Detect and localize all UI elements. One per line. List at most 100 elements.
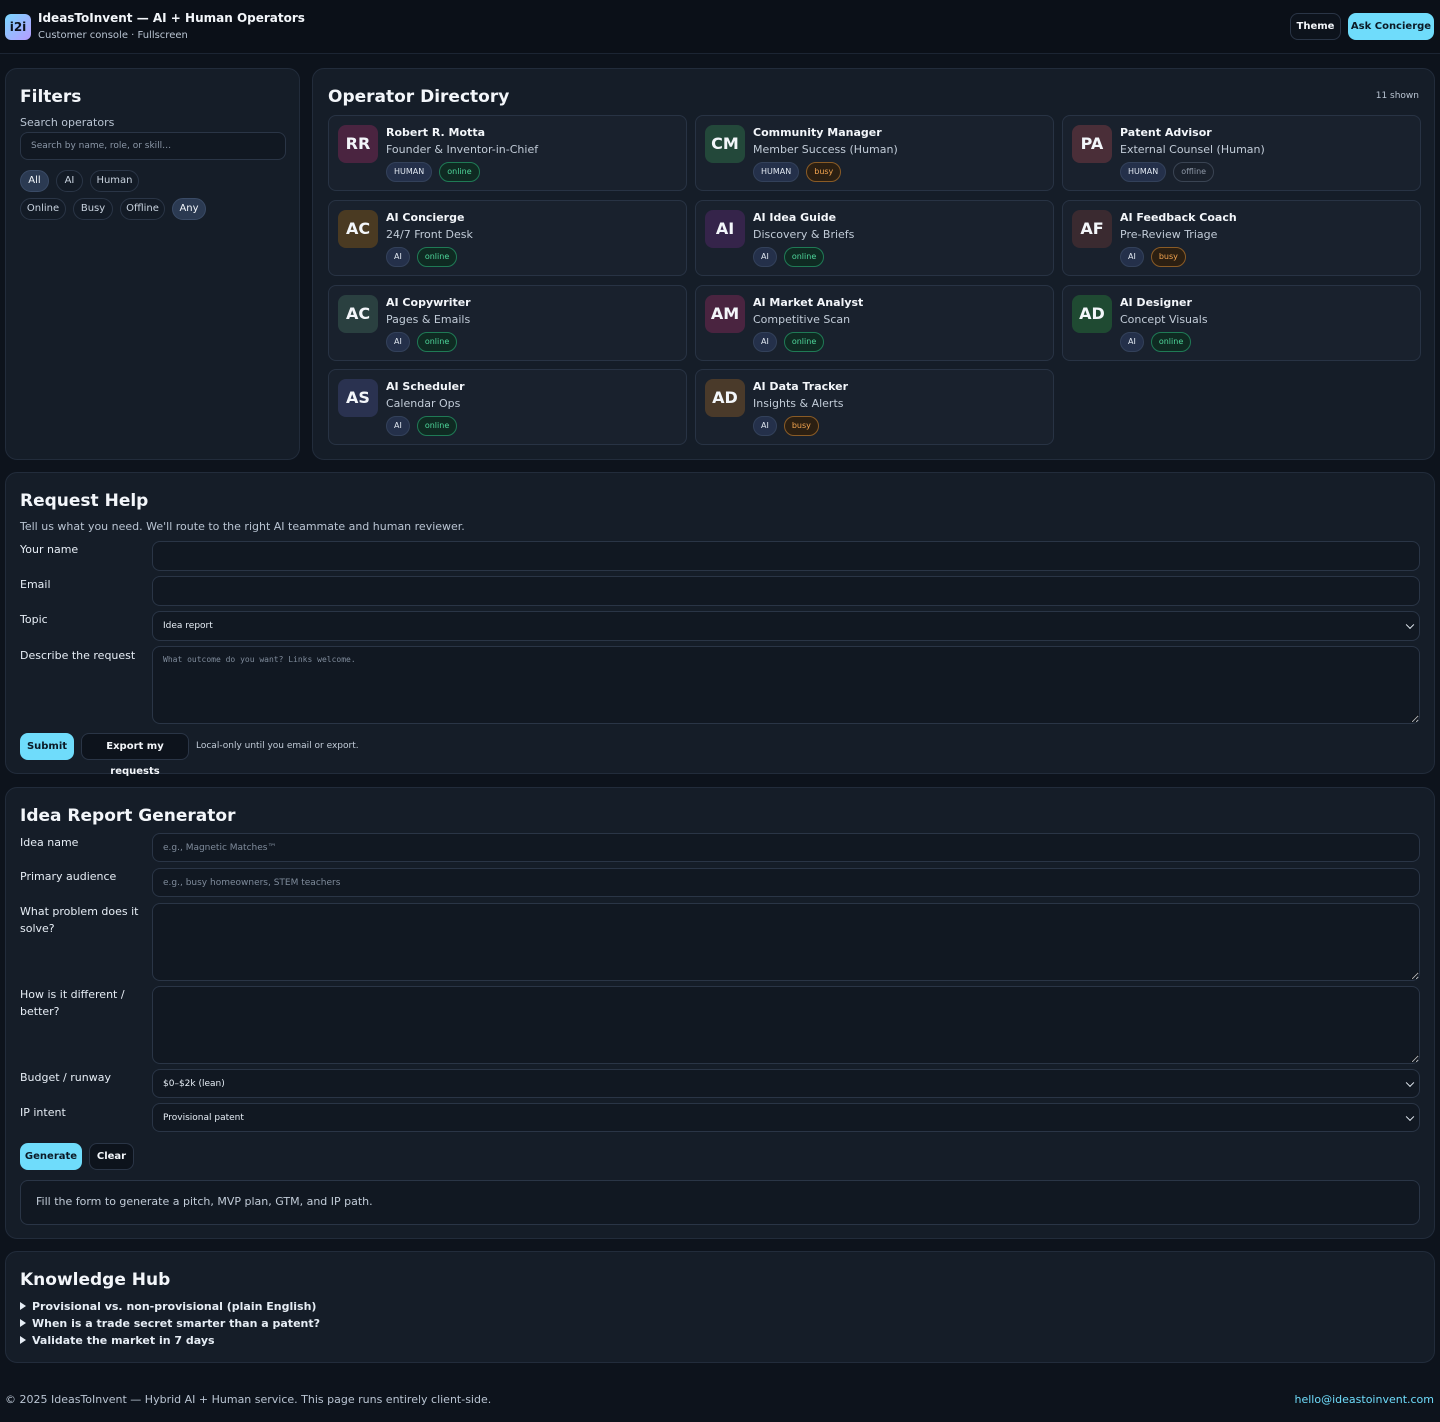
knowledge-item[interactable]: Validate the market in 7 days xyxy=(20,1334,215,1347)
chip-status-any[interactable]: Any xyxy=(172,198,206,220)
type-badge: AI xyxy=(1120,247,1144,267)
operator-badges: AI busy xyxy=(753,416,819,436)
operator-card[interactable]: CM Community Manager Member Success (Human… xyxy=(695,115,1054,191)
idea-report-panel: Idea Report Generator Idea name Primary … xyxy=(5,787,1435,1239)
filters-title: Filters xyxy=(20,87,82,107)
footer-email-link[interactable]: hello@ideastoinvent.com xyxy=(1295,1393,1434,1406)
status-badge: busy xyxy=(1150,247,1186,267)
knowledge-title: Knowledge Hub xyxy=(20,1270,171,1290)
request-title: Request Help xyxy=(20,491,149,511)
operator-card[interactable]: RR Robert R. Motta Founder & Inventor-in-C… xyxy=(328,115,687,191)
operator-badges: HUMAN offline xyxy=(1120,162,1215,182)
operator-badges: AI online xyxy=(386,416,458,436)
different-textarea[interactable] xyxy=(152,986,1420,1064)
operator-badges: AI online xyxy=(753,247,825,267)
operator-name: Robert R. Motta xyxy=(386,126,485,139)
operator-name: AI Concierge xyxy=(386,211,465,224)
chip-type-ai[interactable]: AI xyxy=(56,170,83,192)
type-badge: HUMAN xyxy=(1120,162,1167,182)
operator-card[interactable]: AF AI Feedback Coach Pre-Review Triage AI bu… xyxy=(1062,200,1421,276)
operator-card[interactable]: AM AI Market Analyst Competitive Scan AI onl… xyxy=(695,285,1054,361)
operator-name: AI Data Tracker xyxy=(753,380,849,393)
budget-value: $0–$2k (lean) xyxy=(163,1078,225,1089)
theme-button[interactable]: Theme xyxy=(1290,13,1341,40)
operator-badges: HUMAN busy xyxy=(753,162,842,182)
operator-role: Insights & Alerts xyxy=(753,397,844,410)
name-field[interactable] xyxy=(152,541,1420,571)
idea-name-field[interactable] xyxy=(152,833,1420,862)
status-badge: busy xyxy=(806,162,842,182)
operator-name: AI Designer xyxy=(1120,296,1192,309)
budget-select[interactable]: $0–$2k (lean) xyxy=(152,1069,1420,1098)
audience-field[interactable] xyxy=(152,868,1420,897)
ip-value: Provisional patent xyxy=(163,1112,244,1123)
knowledge-item[interactable]: When is a trade secret smarter than a pa… xyxy=(20,1317,320,1330)
budget-label: Budget / runway xyxy=(20,1071,111,1084)
ip-select[interactable]: Provisional patent xyxy=(152,1103,1420,1132)
operator-card[interactable]: AS AI Scheduler Calendar Ops AI online xyxy=(328,369,687,445)
avatar: AC xyxy=(338,210,378,248)
request-description: Tell us what you need. We'll route to th… xyxy=(20,520,465,533)
email-label: Email xyxy=(20,578,51,591)
topic-value: Idea report xyxy=(163,621,213,631)
status-badge: online xyxy=(439,162,480,182)
operator-card[interactable]: AC AI Copywriter Pages & Emails AI online xyxy=(328,285,687,361)
status-badge: offline xyxy=(1173,162,1215,182)
idea-title: Idea Report Generator xyxy=(20,806,236,826)
avatar: AD xyxy=(1072,295,1112,333)
problem-textarea[interactable] xyxy=(152,903,1420,981)
type-badge: AI xyxy=(386,416,410,436)
name-label: Your name xyxy=(20,543,79,556)
ask-concierge-button[interactable]: Ask Concierge xyxy=(1348,13,1434,40)
problem-label: What problem does it solve? xyxy=(20,905,139,935)
app-logo: i2i xyxy=(5,14,31,40)
operator-role: Calendar Ops xyxy=(386,397,461,410)
search-input[interactable] xyxy=(20,132,286,160)
operator-card[interactable]: AD AI Data Tracker Insights & Alerts AI busy xyxy=(695,369,1054,445)
operator-card[interactable]: AC AI Concierge 24/7 Front Desk AI online xyxy=(328,200,687,276)
filters-panel: Filters Search operators All AI Human On… xyxy=(5,68,300,460)
knowledge-item[interactable]: Provisional vs. non-provisional (plain E… xyxy=(20,1300,316,1313)
chevron-down-icon xyxy=(1405,1078,1415,1087)
operator-card[interactable]: AD AI Designer Concept Visuals AI online xyxy=(1062,285,1421,361)
disclosure-triangle-icon xyxy=(20,1336,26,1344)
operator-role: Pages & Emails xyxy=(386,313,471,326)
status-badge: online xyxy=(416,332,458,352)
clear-button[interactable]: Clear xyxy=(89,1143,134,1170)
chip-status-offline[interactable]: Offline xyxy=(120,198,165,220)
operator-badges: HUMAN online xyxy=(386,162,480,182)
report-output: Fill the form to generate a pitch, MVP p… xyxy=(20,1180,1420,1225)
operator-role: Pre-Review Triage xyxy=(1120,228,1218,241)
chip-status-busy[interactable]: Busy xyxy=(73,198,113,220)
different-label: How is it different / better? xyxy=(20,988,125,1018)
operator-name: AI Copywriter xyxy=(386,296,471,309)
chip-type-human[interactable]: Human xyxy=(90,170,139,192)
chevron-down-icon xyxy=(1405,620,1415,630)
email-field[interactable] xyxy=(152,576,1420,606)
app-subtitle: Customer console · Fullscreen xyxy=(38,30,188,41)
submit-button[interactable]: Submit xyxy=(20,733,74,760)
describe-textarea[interactable] xyxy=(152,646,1420,724)
avatar: AS xyxy=(338,379,378,417)
operator-role: Competitive Scan xyxy=(753,313,851,326)
status-badge: online xyxy=(783,247,825,267)
export-requests-button[interactable]: Export my requests xyxy=(81,733,189,777)
idea-name-label: Idea name xyxy=(20,836,79,849)
top-bar: i2i IdeasToInvent — AI + Human Operators… xyxy=(0,0,1440,54)
chip-status-online[interactable]: Online xyxy=(20,198,66,220)
operator-badges: AI online xyxy=(386,332,458,352)
audience-label: Primary audience xyxy=(20,870,117,883)
operator-role: Discovery & Briefs xyxy=(753,228,855,241)
generate-button[interactable]: Generate xyxy=(20,1143,82,1170)
describe-label: Describe the request xyxy=(20,649,136,662)
type-badge: AI xyxy=(753,247,777,267)
avatar: AM xyxy=(705,295,745,333)
avatar: PA xyxy=(1072,125,1112,163)
operator-directory: Operator Directory 11 shown RR Robert R. … xyxy=(312,68,1435,460)
topic-select[interactable]: Idea report xyxy=(152,611,1420,641)
app-title: IdeasToInvent — AI + Human Operators xyxy=(38,11,305,25)
request-help-panel: Request Help Tell us what you need. We'l… xyxy=(5,472,1435,777)
operator-card[interactable]: PA Patent Advisor External Counsel (Human)… xyxy=(1062,115,1421,191)
operator-card[interactable]: AI AI Idea Guide Discovery & Briefs AI onlin… xyxy=(695,200,1054,276)
chip-type-all[interactable]: All xyxy=(20,170,49,192)
